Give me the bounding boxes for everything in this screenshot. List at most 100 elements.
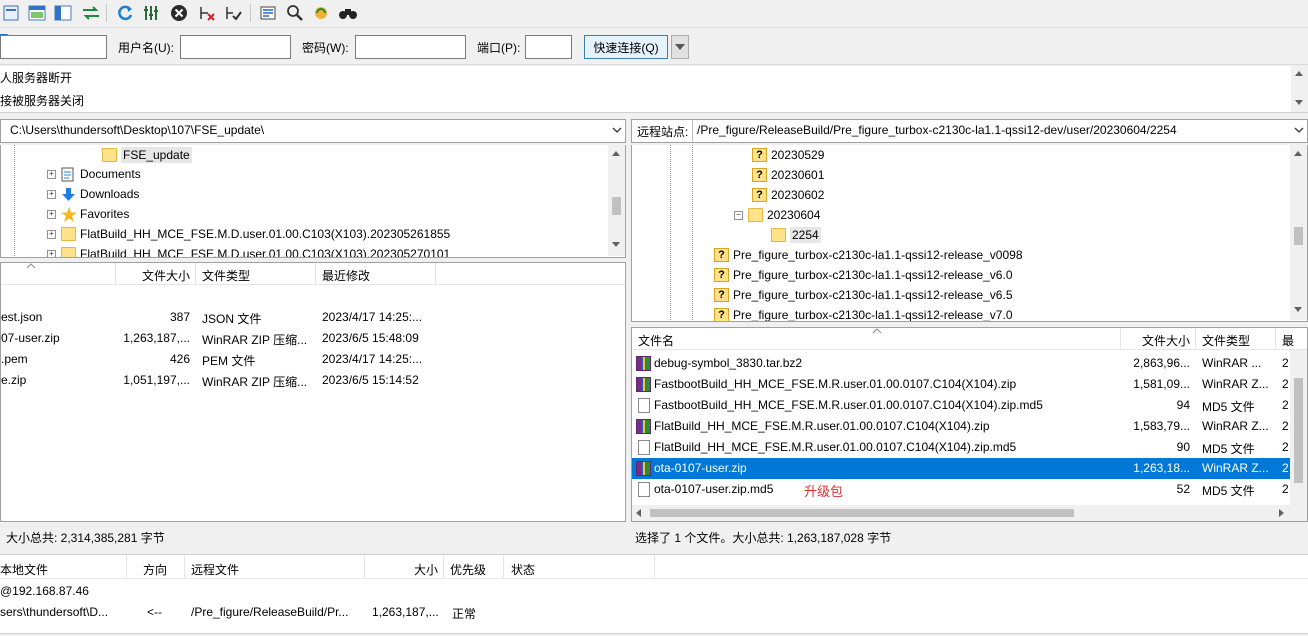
log-scrollbar[interactable] (1291, 66, 1308, 112)
col-name[interactable]: 文件名 (638, 332, 674, 349)
expand-icon[interactable]: + (47, 169, 56, 179)
queue-column-header: 本地文件 方向 远程文件 大小 优先级 状态 (0, 555, 1308, 579)
file-row[interactable]: e.zip 1,051,197,... WinRAR ZIP 压缩... 202… (1, 370, 625, 391)
expand-icon[interactable]: + (47, 209, 56, 219)
disconnect-icon[interactable] (196, 2, 218, 24)
tree-item[interactable]: ? 20230601 (752, 165, 824, 185)
username-input[interactable] (180, 35, 291, 59)
filter-icon[interactable] (257, 2, 279, 24)
toggle-tree-icon[interactable] (52, 2, 74, 24)
expand-icon[interactable]: + (47, 189, 56, 199)
log-line: 接被服务器关闭 (0, 94, 85, 108)
remote-site-label: 远程站点: (637, 125, 689, 139)
unknown-folder-icon: ? (714, 248, 729, 262)
file-row[interactable]: FlatBuild_HH_MCE_FSE.M.R.user.01.00.0107… (632, 437, 1290, 458)
folder-icon (61, 247, 76, 257)
tree-item[interactable]: ? Pre_figure_turbox-c2130c-la1.1-qssi12-… (714, 285, 1013, 305)
folder-icon (771, 228, 786, 242)
tree-item[interactable]: ? 20230529 (752, 145, 824, 165)
col-type[interactable]: 文件类型 (202, 267, 250, 284)
expand-icon[interactable]: + (47, 249, 56, 257)
local-file-list: 文件大小 文件类型 最近修改 est.json 387 JSON 文件 2023… (0, 262, 626, 522)
col-size[interactable]: 大小 (414, 561, 438, 578)
search-icon[interactable] (284, 2, 306, 24)
tree-item[interactable]: ? 20230602 (752, 185, 824, 205)
col-local-file[interactable]: 本地文件 (0, 561, 48, 578)
file-icon (638, 482, 650, 497)
expand-icon[interactable]: + (47, 229, 56, 239)
queue-item-row[interactable]: sers\thundersoft\D... <-- /Pre_figure/Re… (0, 602, 1308, 623)
file-row[interactable]: .pem 426 PEM 文件 2023/4/17 14:25:... (1, 349, 625, 370)
process-queue-icon[interactable] (140, 2, 162, 24)
file-row[interactable]: FastbootBuild_HH_MCE_FSE.M.R.user.01.00.… (632, 374, 1290, 395)
toggle-queue-icon[interactable] (80, 2, 102, 24)
refresh-icon[interactable] (114, 2, 136, 24)
tree-item[interactable]: ? Pre_figure_turbox-c2130c-la1.1-qssi12-… (714, 265, 1013, 285)
file-row[interactable]: FlatBuild_HH_MCE_FSE.M.R.user.01.00.0107… (632, 416, 1290, 437)
col-status[interactable]: 状态 (511, 561, 535, 578)
tree-item[interactable]: FSE_update (102, 145, 192, 165)
quickconnect-dropdown[interactable] (671, 35, 689, 59)
cancel-icon[interactable] (168, 2, 190, 24)
toggle-log-icon[interactable] (26, 2, 48, 24)
collapse-icon[interactable]: − (734, 210, 743, 220)
tree-item[interactable]: + FlatBuild_HH_MCE_FSE.M.D.user.01.00.C1… (47, 244, 450, 257)
winrar-icon (636, 461, 651, 476)
queue-server-row[interactable]: @192.168.87.46 (0, 581, 1308, 602)
local-path-input[interactable]: C:\Users\thundersoft\Desktop\107\FSE_upd… (10, 123, 264, 137)
port-input[interactable] (525, 35, 572, 59)
tree-item[interactable]: + Documents (47, 164, 141, 184)
password-label: 密码(W): (302, 41, 349, 55)
col-priority[interactable]: 优先级 (450, 561, 486, 578)
quickconnect-button[interactable]: 快速连接(Q) (584, 35, 668, 59)
unknown-folder-icon: ? (752, 148, 767, 162)
file-row-selected[interactable]: ota-0107-user.zip 1,263,18... WinRAR Z..… (632, 458, 1290, 479)
col-type[interactable]: 文件类型 (1202, 332, 1250, 349)
local-status: 大小总共: 2,314,385,281 字节 (0, 524, 626, 546)
file-row[interactable]: 07-user.zip 1,263,187,... WinRAR ZIP 压缩.… (1, 328, 625, 349)
annotation-label: 升级包 (804, 484, 844, 499)
find-icon[interactable] (337, 2, 359, 24)
tree-item[interactable]: + Downloads (47, 184, 139, 204)
toolbar (0, 0, 1308, 28)
remote-path-input[interactable]: /Pre_figure/ReleaseBuild/Pre_figure_turb… (697, 123, 1177, 137)
unknown-folder-icon: ? (714, 288, 729, 302)
tree-item[interactable]: + FlatBuild_HH_MCE_FSE.M.D.user.01.00.C1… (47, 224, 450, 244)
site-manager-icon[interactable] (0, 2, 22, 24)
local-tree-scrollbar[interactable] (608, 145, 625, 256)
chevron-down-icon[interactable] (611, 124, 623, 136)
remote-tree-scrollbar[interactable] (1290, 145, 1307, 320)
reconnect-icon[interactable] (222, 2, 244, 24)
transfer-queue: 本地文件 方向 远程文件 大小 优先级 状态 @192.168.87.46 se… (0, 554, 1308, 636)
remote-list-vscrollbar[interactable] (1290, 350, 1307, 505)
file-row[interactable]: FastbootBuild_HH_MCE_FSE.M.R.user.01.00.… (632, 395, 1290, 416)
col-modified[interactable]: 最近修改 (322, 267, 370, 284)
remote-path-bar: 远程站点: /Pre_figure/ReleaseBuild/Pre_figur… (631, 119, 1308, 143)
host-input[interactable] (0, 35, 107, 59)
remote-list-hscrollbar[interactable] (632, 505, 1307, 521)
col-size[interactable]: 文件大小 (1142, 332, 1190, 349)
tree-item[interactable]: ? Pre_figure_turbox-c2130c-la1.1-qssi12-… (714, 245, 1023, 265)
sync-browse-icon[interactable] (310, 2, 332, 24)
unknown-folder-icon: ? (752, 168, 767, 182)
tree-item[interactable]: 2254 (771, 225, 821, 245)
col-direction[interactable]: 方向 (143, 561, 167, 578)
winrar-icon (636, 377, 651, 392)
unknown-folder-icon: ? (714, 268, 729, 282)
remote-tree: ? 20230529 ? 20230601 ? 20230602 − 20230… (631, 145, 1308, 322)
tree-item[interactable]: ? Pre_figure_turbox-c2130c-la1.1-qssi12-… (714, 305, 1013, 321)
tree-item[interactable]: + Favorites (47, 204, 129, 224)
file-row[interactable]: est.json 387 JSON 文件 2023/4/17 14:25:... (1, 307, 625, 328)
quickconnect-bar: 用户名(U): 密码(W): 端口(P): 快速连接(Q) (0, 29, 1308, 65)
col-modified[interactable]: 最 (1282, 332, 1294, 349)
file-row[interactable]: ota-0107-user.zip.md5 升级包 52 MD5 文件 2 (632, 479, 1290, 500)
col-remote-file[interactable]: 远程文件 (191, 561, 239, 578)
chevron-down-icon[interactable] (1293, 124, 1305, 136)
sort-up-icon (26, 263, 36, 269)
file-row[interactable]: debug-symbol_3830.tar.bz2 2,863,96... Wi… (632, 353, 1290, 374)
tree-item[interactable]: − 20230604 (734, 205, 820, 225)
col-size[interactable]: 文件大小 (142, 267, 190, 284)
folder-open-icon (748, 208, 763, 222)
local-path-bar: C:\Users\thundersoft\Desktop\107\FSE_upd… (0, 119, 626, 143)
password-input[interactable] (355, 35, 466, 59)
